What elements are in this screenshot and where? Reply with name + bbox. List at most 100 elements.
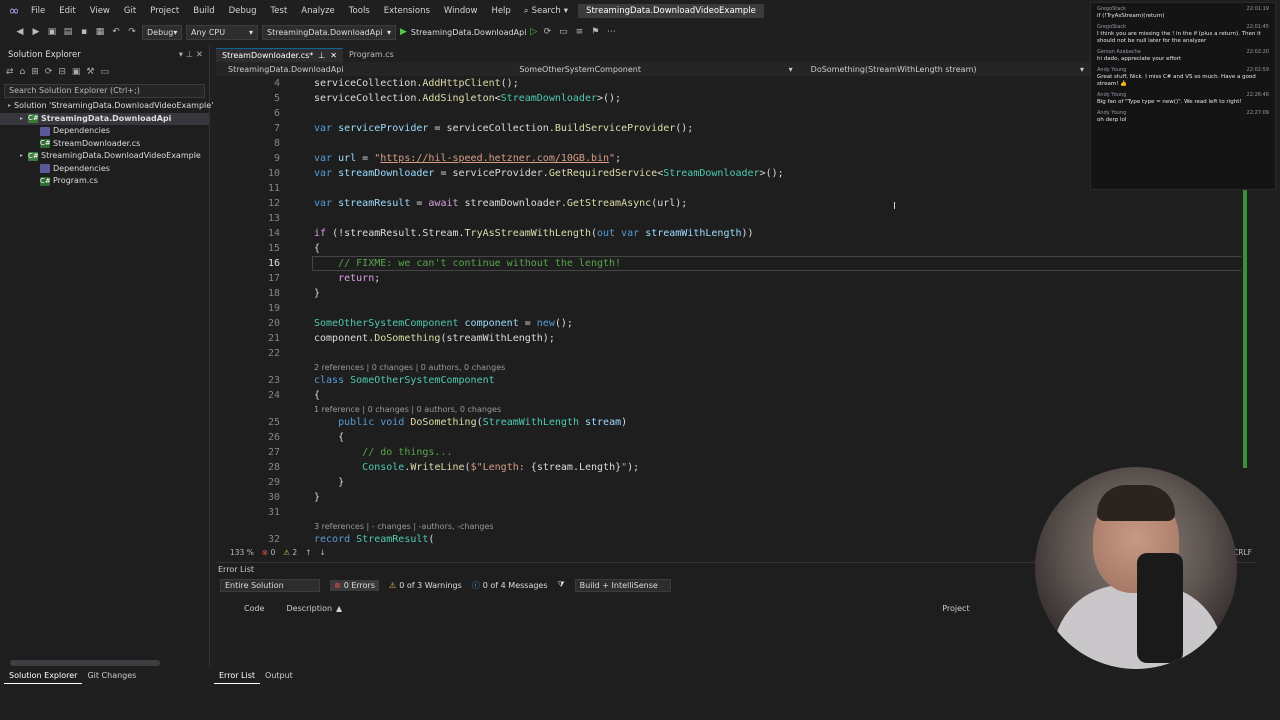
code-line[interactable]: 16 // FIXME: we can't continue without t… bbox=[216, 256, 1246, 271]
menu-item-extensions[interactable]: Extensions bbox=[377, 0, 437, 22]
menu-item-project[interactable]: Project bbox=[143, 0, 186, 22]
tree-item[interactable]: C# StreamDownloader.cs bbox=[0, 138, 209, 151]
code-line[interactable]: 13 bbox=[216, 211, 1246, 226]
show-all-icon[interactable]: ▣ bbox=[72, 67, 81, 77]
code-line[interactable]: 12 var streamResult = await streamDownloa… bbox=[216, 196, 1246, 211]
code-text[interactable]: public void DoSomething(StreamWithLength… bbox=[314, 415, 627, 430]
expand-arrow-icon[interactable]: ▸ bbox=[20, 113, 28, 126]
code-text[interactable]: var streamResult = await streamDownloade… bbox=[314, 196, 687, 211]
menu-item-git[interactable]: Git bbox=[117, 0, 143, 22]
tree-item[interactable]: C# Program.cs bbox=[0, 175, 209, 188]
sync-icon[interactable]: ⇄ bbox=[6, 67, 14, 77]
menu-item-test[interactable]: Test bbox=[264, 0, 295, 22]
startup-project-select[interactable]: StreamingData.DownloadApi ▾ bbox=[262, 24, 396, 40]
open-folder-icon[interactable]: ▤ bbox=[62, 26, 74, 38]
back-icon[interactable]: ◀ bbox=[14, 26, 26, 38]
code-text[interactable]: } bbox=[314, 286, 320, 301]
undo-icon[interactable]: ↶ bbox=[110, 26, 122, 38]
pin-icon[interactable]: ⊥ bbox=[318, 49, 325, 62]
menu-item-edit[interactable]: Edit bbox=[52, 0, 82, 22]
menu-item-analyze[interactable]: Analyze bbox=[294, 0, 342, 22]
code-line[interactable]: 25 public void DoSomething(StreamWithLen… bbox=[216, 415, 1246, 430]
hot-reload-icon[interactable]: ⟳ bbox=[541, 26, 553, 38]
refresh-icon[interactable]: ⟳ bbox=[45, 67, 53, 77]
column-code[interactable]: Code bbox=[244, 604, 264, 613]
errors-filter-button[interactable]: ⊗ 0 Errors bbox=[330, 579, 380, 591]
code-text[interactable]: var streamDownloader = serviceProvider.G… bbox=[314, 166, 784, 181]
arrow-down-icon[interactable]: ↓ bbox=[320, 548, 326, 557]
home-icon[interactable]: ⌂ bbox=[20, 67, 26, 77]
menu-item-view[interactable]: View bbox=[83, 0, 117, 22]
tab-program[interactable]: Program.cs bbox=[343, 48, 400, 62]
close-icon[interactable]: ✕ bbox=[196, 50, 203, 60]
run-target-label[interactable]: StreamingData.DownloadApi bbox=[411, 28, 527, 37]
zoom-level[interactable]: 133 % bbox=[230, 548, 254, 557]
tab-error-list[interactable]: Error List bbox=[214, 670, 261, 684]
code-line[interactable]: 24 { bbox=[216, 388, 1246, 403]
code-text[interactable]: SomeOtherSystemComponent component = new… bbox=[314, 316, 573, 331]
code-text[interactable]: return; bbox=[314, 271, 380, 286]
menu-item-window[interactable]: Window bbox=[437, 0, 485, 22]
code-line[interactable]: 18} bbox=[216, 286, 1246, 301]
code-text[interactable]: { bbox=[314, 241, 320, 256]
code-line[interactable]: 23 class SomeOtherSystemComponent bbox=[216, 373, 1246, 388]
nav-project-dropdown[interactable]: StreamingData.DownloadApi bbox=[216, 65, 507, 74]
search-button[interactable]: ⌕ Search ▾ bbox=[524, 6, 568, 16]
nav-member-dropdown[interactable]: DoSomething(StreamWithLength stream) ▾ bbox=[799, 65, 1090, 74]
tree-item[interactable]: ▸ C# StreamingData.DownloadVideoExample bbox=[0, 150, 209, 163]
horizontal-scrollbar[interactable] bbox=[10, 660, 160, 666]
code-text[interactable]: var url = "https://hil-speed.hetzner.com… bbox=[314, 151, 621, 166]
config-select[interactable]: Debug ▾ bbox=[142, 24, 182, 40]
browse-icon[interactable]: ▭ bbox=[557, 26, 569, 38]
code-text[interactable]: } bbox=[314, 475, 344, 490]
menu-item-debug[interactable]: Debug bbox=[222, 0, 264, 22]
tab-git-changes[interactable]: Git Changes bbox=[82, 670, 141, 684]
tab-streamdownloader[interactable]: StreamDownloader.cs* ⊥ ✕ bbox=[216, 48, 343, 62]
code-text[interactable]: serviceCollection.AddHttpClient(); bbox=[314, 76, 519, 91]
menu-item-build[interactable]: Build bbox=[186, 0, 221, 22]
messages-filter-button[interactable]: ⓘ 0 of 4 Messages bbox=[472, 580, 548, 591]
tree-item[interactable]: Dependencies bbox=[0, 163, 209, 176]
switch-view-icon[interactable]: ⊞ bbox=[31, 67, 39, 77]
run-without-debug-icon[interactable]: ▷ bbox=[530, 27, 537, 37]
column-description[interactable]: Description bbox=[286, 604, 332, 613]
bookmark-icon[interactable]: ⚑ bbox=[589, 26, 601, 38]
column-project[interactable]: Project bbox=[942, 604, 969, 613]
code-text[interactable]: record StreamResult( bbox=[314, 532, 434, 547]
chevron-down-icon[interactable]: ▾ bbox=[179, 50, 183, 60]
close-icon[interactable]: ✕ bbox=[330, 49, 337, 62]
menu-item-file[interactable]: File bbox=[24, 0, 52, 22]
error-count[interactable]: ⊗ 0 bbox=[262, 548, 275, 557]
code-line[interactable]: 17 return; bbox=[216, 271, 1246, 286]
warnings-filter-button[interactable]: ⚠ 0 of 3 Warnings bbox=[389, 581, 462, 590]
code-line[interactable]: 14 if (!streamResult.Stream.TryAsStreamWi… bbox=[216, 226, 1246, 241]
code-text[interactable]: Console.WriteLine($"Length: {stream.Leng… bbox=[314, 460, 639, 475]
build-filter-select[interactable]: Build + IntelliSense bbox=[574, 578, 671, 592]
menu-item-tools[interactable]: Tools bbox=[342, 0, 377, 22]
code-line[interactable]: 26 { bbox=[216, 430, 1246, 445]
new-item-icon[interactable]: ▣ bbox=[46, 26, 58, 38]
code-line[interactable]: 28 Console.WriteLine($"Length: {stream.L… bbox=[216, 460, 1246, 475]
code-line[interactable]: 15 { bbox=[216, 241, 1246, 256]
redo-icon[interactable]: ↷ bbox=[126, 26, 138, 38]
tree-item[interactable]: Dependencies bbox=[0, 125, 209, 138]
tab-output[interactable]: Output bbox=[260, 670, 298, 684]
code-text[interactable]: var serviceProvider = serviceCollection.… bbox=[314, 121, 693, 136]
code-text[interactable]: { bbox=[314, 388, 320, 403]
tab-solution-explorer[interactable]: Solution Explorer bbox=[4, 670, 83, 684]
filter-icon[interactable]: ⧩ bbox=[558, 580, 565, 590]
run-icon[interactable]: ▶ bbox=[400, 27, 407, 37]
code-text[interactable]: { bbox=[314, 430, 344, 445]
platform-select[interactable]: Any CPU ▾ bbox=[186, 24, 258, 40]
tree-item[interactable]: ▸ C# StreamingData.DownloadApi bbox=[0, 112, 209, 126]
code-line[interactable]: 21 component.DoSomething(streamWithLength… bbox=[216, 331, 1246, 346]
code-text[interactable]: // FIXME: we can't continue without the … bbox=[314, 256, 621, 271]
format-icon[interactable]: ≡ bbox=[573, 26, 585, 38]
save-icon[interactable]: ▪ bbox=[78, 26, 90, 38]
code-text[interactable]: serviceCollection.AddSingleton<StreamDow… bbox=[314, 91, 621, 106]
menu-item-help[interactable]: Help bbox=[484, 0, 517, 22]
code-text[interactable]: if (!streamResult.Stream.TryAsStreamWith… bbox=[314, 226, 754, 241]
code-text[interactable]: // do things... bbox=[314, 445, 452, 460]
solution-explorer-search[interactable]: Search Solution Explorer (Ctrl+;) bbox=[4, 84, 205, 98]
code-text[interactable]: class SomeOtherSystemComponent bbox=[314, 373, 495, 388]
